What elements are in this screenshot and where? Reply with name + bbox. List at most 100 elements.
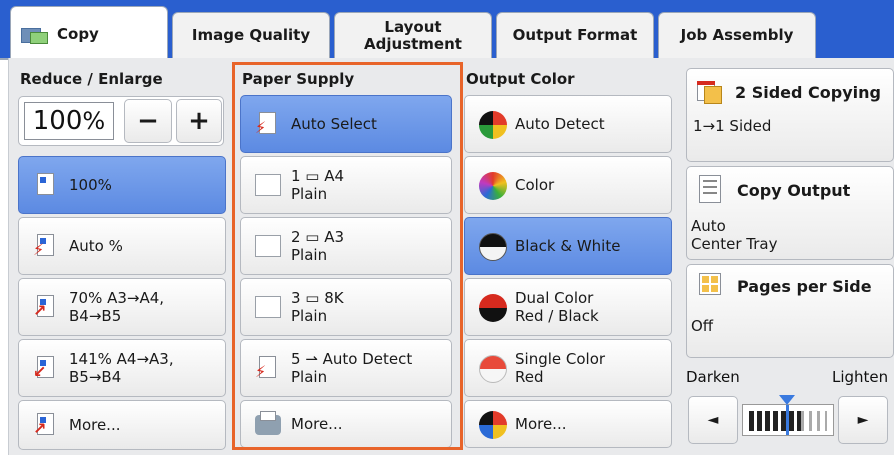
paper-more-label: More... [291, 415, 343, 433]
paper-tray-1-line2: Plain [291, 185, 328, 203]
tab-layout-adjustment-label: Layout Adjustment [364, 17, 462, 53]
copy-output-button[interactable]: Copy Output Auto Center Tray [686, 166, 894, 260]
document-icon [33, 172, 59, 198]
zoom-option-auto[interactable]: ⚡ Auto % [18, 217, 226, 275]
reduce-enlarge-title: Reduce / Enlarge [20, 70, 163, 88]
auto-paper-icon: ⚡ [255, 111, 281, 137]
copy-output-line2: Center Tray [691, 235, 778, 253]
dual-color-icon [479, 294, 507, 322]
paper-tray-icon [255, 233, 281, 259]
zoom-option-70[interactable]: ↗ 70% A3→A4, B4→B5 [18, 278, 226, 336]
paper-tray-icon [255, 294, 281, 320]
paper-tray-3-line1: 3 ▭ 8K [291, 289, 344, 307]
bypass-tray-icon: ⚡ [255, 355, 281, 381]
enlarge-icon: ↙ [33, 355, 59, 381]
color-single-color[interactable]: Single Color Red [464, 339, 672, 397]
tab-image-quality-label: Image Quality [191, 26, 311, 44]
density-pointer-line [786, 405, 789, 435]
zoom-more-icon: ↗ [33, 412, 59, 438]
color-full-color[interactable]: Color [464, 156, 672, 214]
color-full-color-label: Color [515, 176, 555, 194]
density-scale-light [801, 411, 827, 431]
paper-more-button[interactable]: More... [240, 400, 452, 448]
zoom-option-100-label: 100% [69, 176, 112, 194]
plus-icon: + [188, 106, 210, 136]
paper-tray-icon [255, 172, 281, 198]
paper-tray-5-line2: Plain [291, 368, 328, 386]
color-dual-line1: Dual Color [515, 289, 594, 307]
density-pointer-icon [779, 395, 795, 405]
zoom-option-141-line1: 141% A4→A3, [69, 350, 174, 368]
paper-tray-2[interactable]: 2 ▭ A3 Plain [240, 217, 452, 275]
paper-tray-5-line1: 5 ⇀ Auto Detect [291, 350, 413, 368]
color-dual-line2: Red / Black [515, 307, 599, 325]
paper-tray-5[interactable]: ⚡ 5 ⇀ Auto Detect Plain [240, 339, 452, 397]
paper-more-icon [255, 411, 281, 437]
color-single-line1: Single Color [515, 350, 606, 368]
left-arrow-icon: ◄ [707, 412, 719, 428]
tab-output-format-label: Output Format [512, 26, 638, 44]
zoom-unit: % [82, 107, 106, 135]
single-color-icon [479, 355, 507, 383]
tab-copy[interactable]: Copy [10, 6, 168, 62]
color-black-white-label: Black & White [515, 237, 621, 255]
zoom-option-141[interactable]: ↙ 141% A4→A3, B5→B4 [18, 339, 226, 397]
color-more-icon [479, 411, 507, 439]
color-more-label: More... [515, 415, 567, 433]
output-color-title: Output Color [466, 70, 575, 88]
tab-job-assembly-label: Job Assembly [680, 26, 794, 44]
zoom-value: 100 [32, 106, 83, 136]
right-arrow-icon: ► [857, 412, 869, 428]
tab-layout-adjustment[interactable]: Layout Adjustment [334, 12, 492, 58]
copy-output-icon [699, 175, 721, 203]
two-sided-value: 1→1 Sided [693, 117, 772, 135]
copy-output-value: Auto Center Tray [691, 217, 777, 253]
paper-tray-2-line1: 2 ▭ A3 [291, 228, 345, 246]
zoom-decrease-button[interactable]: − [124, 99, 172, 143]
paper-tray-1-line1: 1 ▭ A4 [291, 167, 345, 185]
darken-label: Darken [686, 368, 740, 386]
lighten-button[interactable]: ► [838, 396, 888, 444]
paper-tray-2-line2: Plain [291, 246, 328, 264]
zoom-option-auto-label: Auto % [69, 237, 123, 255]
paper-auto-select-label: Auto Select [291, 115, 377, 133]
paper-auto-select[interactable]: ⚡ Auto Select [240, 95, 452, 153]
tab-image-quality[interactable]: Image Quality [172, 12, 330, 58]
paper-tray-3-line2: Plain [291, 307, 328, 325]
zoom-option-70-line2: B4→B5 [69, 307, 122, 325]
zoom-option-70-line1: 70% A3→A4, [69, 289, 165, 307]
zoom-option-100[interactable]: 100% [18, 156, 226, 214]
paper-tray-1[interactable]: 1 ▭ A4 Plain [240, 156, 452, 214]
minus-icon: − [137, 106, 159, 136]
pages-per-side-icon [699, 273, 721, 295]
black-white-icon [479, 233, 507, 261]
lighten-label: Lighten [832, 368, 889, 386]
auto-zoom-icon: ⚡ [33, 233, 59, 259]
pages-per-side-button[interactable]: Pages per Side Off [686, 264, 894, 358]
color-more-button[interactable]: More... [464, 400, 672, 448]
pages-per-side-value: Off [691, 317, 714, 335]
full-color-icon [479, 172, 507, 200]
tab-job-assembly[interactable]: Job Assembly [658, 12, 816, 58]
copy-output-title: Copy Output [737, 181, 851, 200]
zoom-increase-button[interactable]: + [176, 99, 222, 143]
density-slider[interactable] [742, 395, 834, 436]
paper-tray-3[interactable]: 3 ▭ 8K Plain [240, 278, 452, 336]
auto-detect-color-icon [479, 111, 507, 139]
zoom-option-141-line2: B5→B4 [69, 368, 122, 386]
two-sided-icon [697, 81, 723, 105]
tab-copy-label: Copy [57, 25, 99, 43]
copy-output-line1: Auto [691, 217, 726, 235]
zoom-more-button[interactable]: ↗ More... [18, 400, 226, 450]
color-black-white[interactable]: Black & White [464, 217, 672, 275]
color-dual-color[interactable]: Dual Color Red / Black [464, 278, 672, 336]
darken-button[interactable]: ◄ [688, 396, 738, 444]
tab-output-format[interactable]: Output Format [496, 12, 654, 58]
two-sided-copying-button[interactable]: 2 Sided Copying 1→1 Sided [686, 68, 894, 162]
reduce-icon: ↗ [33, 294, 59, 320]
color-single-line2: Red [515, 368, 544, 386]
copy-icon [21, 25, 49, 45]
pages-per-side-title: Pages per Side [737, 277, 872, 296]
color-auto-detect[interactable]: Auto Detect [464, 95, 672, 153]
zoom-value-field[interactable]: 100% [24, 102, 114, 140]
